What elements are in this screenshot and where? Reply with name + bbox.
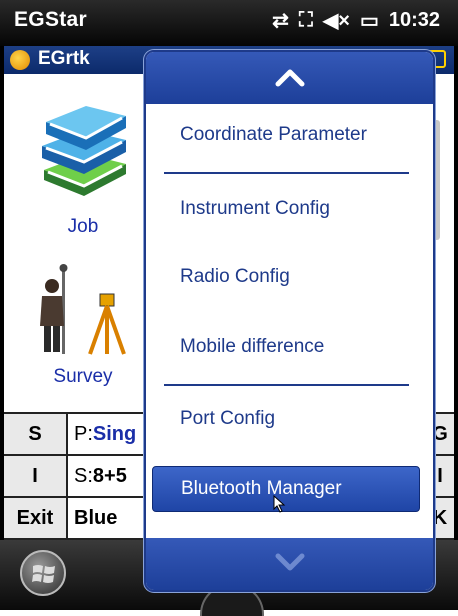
chevron-down-icon (275, 553, 305, 571)
menu-scroll-up[interactable] (146, 52, 433, 104)
menu-item-radio-config[interactable]: Radio Config (146, 252, 433, 302)
menu-item-coordinate-parameter[interactable]: Coordinate Parameter (146, 110, 433, 160)
clock[interactable]: 10:32 (389, 9, 440, 32)
position-status: P:Sing (74, 423, 137, 445)
menu-scroll-down[interactable] (146, 538, 433, 590)
cursor-icon (273, 495, 286, 513)
s-button[interactable]: S (4, 414, 68, 454)
status-icons: ⇄ ⛶ ◀× ▭ 10:32 (272, 8, 440, 33)
satellite-status: S:8+5 (74, 465, 127, 487)
os-title: EGStar (14, 8, 87, 31)
app-name: EGrtk (38, 48, 90, 69)
exit-button[interactable]: Exit (4, 498, 68, 538)
system-status-bar: EGStar ⇄ ⛶ ◀× ▭ 10:32 (0, 0, 458, 46)
signal-icon[interactable]: ⛶ (299, 9, 313, 32)
chevron-up-icon (275, 69, 305, 87)
app-logo-icon (10, 50, 30, 70)
menu-item-port-config[interactable]: Port Config (146, 394, 433, 444)
device-screen: EGStar ⇄ ⛶ ◀× ▭ 10:32 EGrtk Job Survey S… (0, 0, 458, 616)
windows-logo-icon (32, 565, 55, 583)
connection-status: Blue (74, 507, 118, 529)
menu-item-bluetooth-manager[interactable]: Bluetooth Manager (152, 466, 420, 513)
menu-item-instrument-config[interactable]: Instrument Config (146, 184, 433, 234)
start-button[interactable] (20, 550, 66, 596)
battery-icon[interactable]: ▭ (360, 8, 379, 33)
menu-item-mobile-difference[interactable]: Mobile difference (146, 322, 433, 372)
connectivity-icon[interactable]: ⇄ (272, 8, 289, 33)
i-button[interactable]: I (4, 456, 68, 496)
books-icon (42, 106, 126, 196)
volume-muted-icon[interactable]: ◀× (323, 8, 350, 33)
popup-menu: Coordinate Parameter Instrument Config R… (144, 50, 435, 592)
surveyor-icon (40, 264, 126, 355)
survey-label: Survey (53, 366, 113, 387)
menu-separator (164, 384, 409, 386)
menu-separator (164, 172, 409, 174)
job-label: Job (67, 216, 99, 237)
